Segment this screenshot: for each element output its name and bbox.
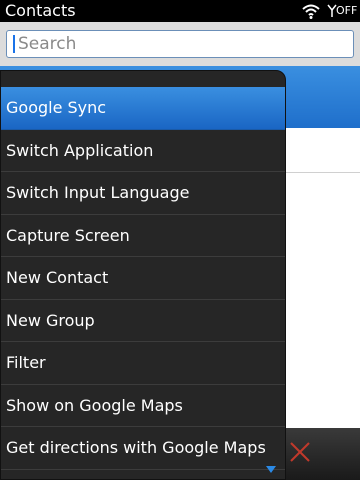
menu-item-filter[interactable]: Filter [1,342,285,385]
context-menu: Google Sync Switch Application Switch In… [0,70,286,480]
menu-item-new-contact[interactable]: New Contact [1,257,285,300]
status-bar: Contacts OFF [0,0,360,22]
close-icon[interactable] [288,440,312,464]
menu-top-spacer [1,71,285,87]
menu-item-new-group[interactable]: New Group [1,300,285,342]
search-bar [0,22,360,66]
menu-item-google-sync[interactable]: Google Sync [1,87,285,130]
radio-state-label: OFF [336,4,358,17]
wifi-icon [302,4,320,19]
app-title: Contacts [5,1,76,20]
menu-item-show-on-google-maps[interactable]: Show on Google Maps [1,385,285,427]
menu-item-switch-application[interactable]: Switch Application [1,130,285,172]
chevron-down-icon[interactable] [266,466,276,474]
menu-item-get-directions[interactable]: Get directions with Google Maps [1,427,285,470]
search-input[interactable] [6,30,354,58]
menu-item-capture-screen[interactable]: Capture Screen [1,215,285,257]
menu-item-switch-input-language[interactable]: Switch Input Language [1,172,285,215]
text-cursor [13,35,15,53]
